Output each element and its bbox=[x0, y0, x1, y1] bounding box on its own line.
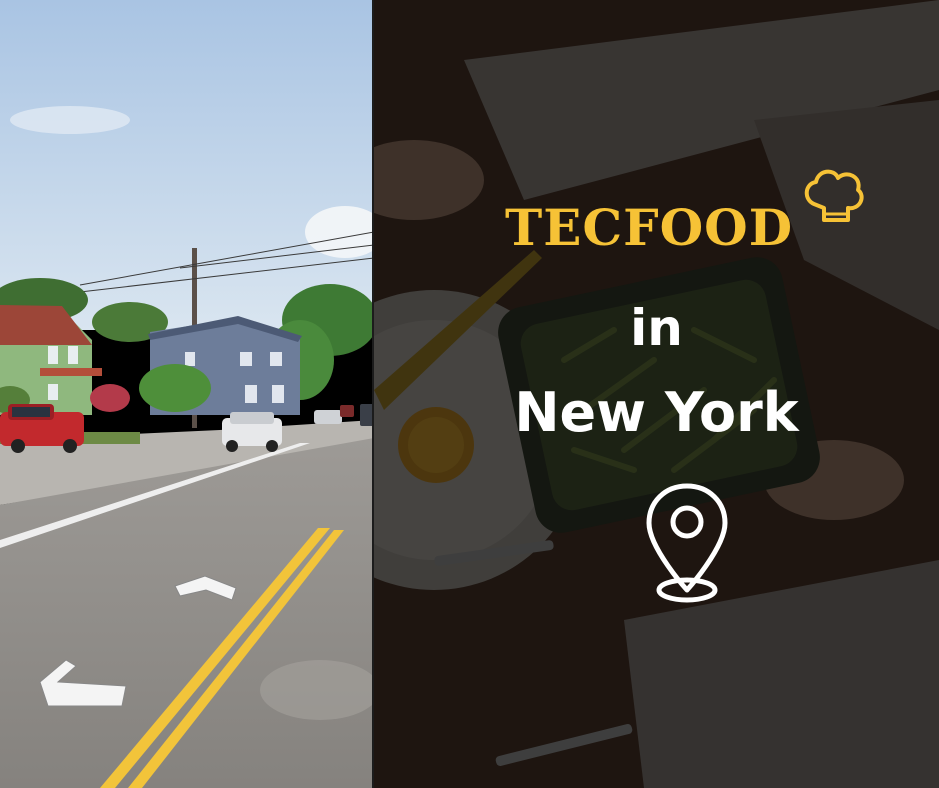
tagline-in: in bbox=[630, 299, 683, 357]
chef-hat-icon bbox=[804, 169, 864, 222]
promo-image: TECFOOD in New York bbox=[0, 0, 939, 788]
location-pin-icon bbox=[646, 483, 728, 603]
street-view-photo bbox=[0, 0, 374, 788]
street-scene bbox=[0, 0, 374, 788]
tagline-city: New York bbox=[514, 381, 799, 444]
brand-wordmark: TECFOOD bbox=[505, 198, 794, 257]
white-suv bbox=[222, 412, 282, 452]
